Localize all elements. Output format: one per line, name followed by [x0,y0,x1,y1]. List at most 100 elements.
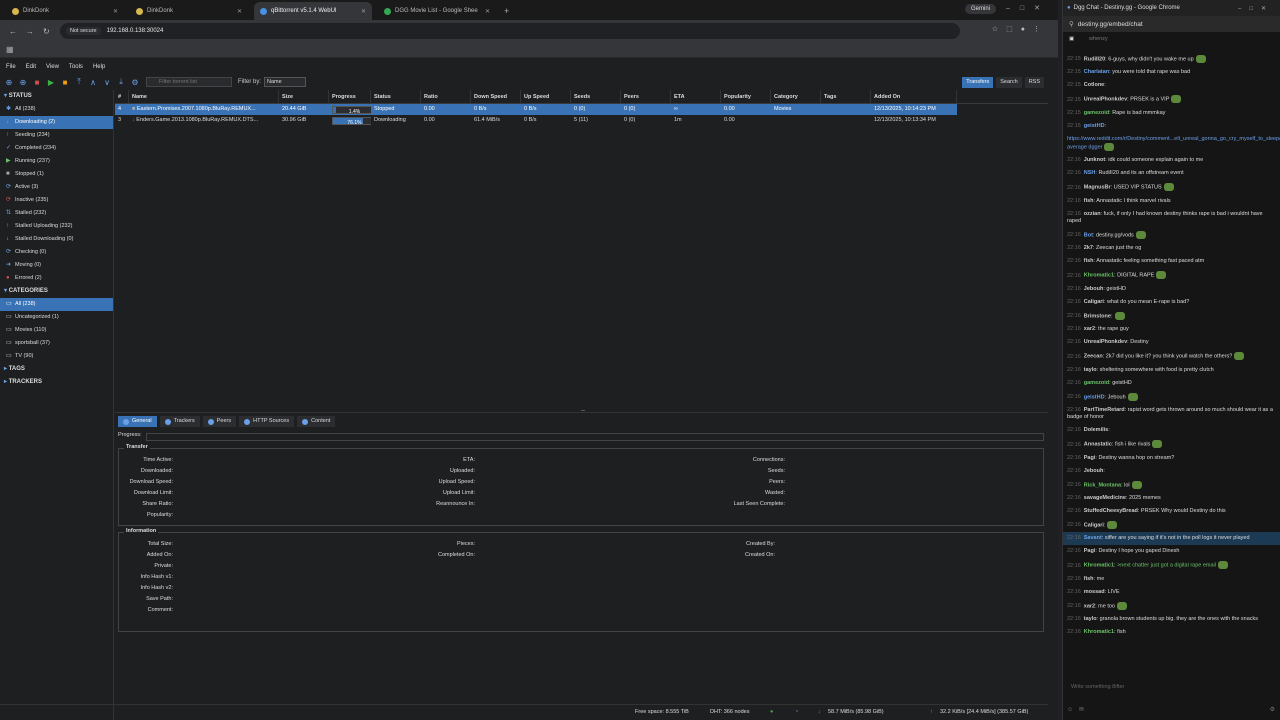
new-tab-button[interactable]: + [504,6,509,16]
tab-peers[interactable]: Peers [202,416,237,427]
sidebar-item-status[interactable]: ● Errored (2) [0,272,113,285]
chat-username[interactable]: Caligari [1084,522,1104,528]
chat-username[interactable]: geistHD [1084,394,1105,400]
chat-username[interactable]: Khromatic1 [1084,273,1114,279]
column-header[interactable]: Up Speed [521,90,571,103]
column-header[interactable]: Size [279,90,329,103]
browser-tab[interactable]: DGG Movie List - Google Shee ✕ [378,2,496,20]
tab-general[interactable]: General [118,416,157,427]
close-icon[interactable]: ✕ [361,8,366,15]
move-up-icon[interactable]: ∧ [88,77,98,87]
tags-header[interactable]: ▸ TAGS [0,363,113,376]
sidebar-item-status[interactable]: ↑ Stalled Uploading (232) [0,220,113,233]
chat-username[interactable]: Pagi [1084,548,1096,554]
window-controls[interactable]: –□✕ [1006,4,1050,12]
column-header[interactable]: ETA [671,90,721,103]
trackers-header[interactable]: ▸ TRACKERS [0,376,113,389]
chat-username[interactable]: gamezoid [1084,380,1109,386]
connection-icon[interactable]: ● [770,709,773,715]
chat-username[interactable]: xar2 [1084,603,1095,609]
filter-by-select[interactable]: Name [264,77,307,87]
chat-username[interactable]: Junknot [1084,157,1105,163]
sidebar-item-status[interactable]: ⟳ Inactive (235) [0,194,113,207]
move-top-icon[interactable]: ⤒ [74,77,84,87]
chat-username[interactable]: UnrealPhonkdev [1084,339,1127,345]
chat-username[interactable]: PartTimeRetard [1084,407,1125,413]
status-header[interactable]: ▾ STATUS [0,90,113,103]
browser-tab[interactable]: DinkDonk ✕ [6,2,124,20]
column-header[interactable]: Popularity [721,90,771,103]
chat-menu-icon[interactable]: ▣ [1069,32,1074,46]
close-icon[interactable]: ✕ [485,8,490,15]
browser-actions[interactable]: ☆⬚●⋮ [992,25,1048,33]
sidebar-item-status[interactable]: ↓ Downloading (2) [0,116,113,129]
not-secure-badge[interactable]: Not secure [66,27,101,35]
chat-username[interactable]: Zeecan [1084,354,1103,360]
start-icon[interactable]: ▶ [46,77,56,87]
column-header[interactable]: Ratio [421,90,471,103]
tab-trackers[interactable]: Trackers [159,416,200,427]
column-header[interactable]: Name [129,90,279,103]
sidebar-item-status[interactable]: ↑ Seeding (234) [0,129,113,142]
chat-username[interactable]: savageMedicine [1084,495,1126,501]
close-icon[interactable]: ✕ [113,8,118,15]
chat-username[interactable]: Khromatic1 [1084,563,1114,569]
url-text[interactable]: 192.168.0.138:30024 [107,28,164,34]
resize-handle[interactable] [581,410,585,412]
browser-tab[interactable]: DinkDonk ✕ [130,2,248,20]
chat-username[interactable]: Jebouh [1084,286,1104,292]
chat-url[interactable]: destiny.gg/embed/chat [1078,21,1143,28]
chat-username[interactable]: Annastatic [1084,442,1112,448]
chat-input[interactable]: Write something 8ifter [1067,680,1277,694]
view-button[interactable]: Search [996,77,1022,88]
forward-icon[interactable]: → [26,27,34,36]
menu-item[interactable]: File [6,64,16,70]
stop-icon[interactable]: ■ [60,77,70,87]
move-down-icon[interactable]: ∨ [102,77,112,87]
chat-username[interactable]: ozzian [1084,211,1101,217]
column-header[interactable]: # [115,90,129,103]
view-button[interactable]: RSS [1024,77,1044,88]
sidebar-item-category[interactable]: ▭ Uncategorized (1) [0,311,113,324]
sidebar-item-status[interactable]: ✓ Completed (234) [0,142,113,155]
view-button[interactable]: Transfers [962,77,994,88]
chat-username[interactable]: Dolemilis [1084,427,1108,433]
chat-settings-icon[interactable]: ⚙ [1270,706,1275,713]
sidebar-item-category[interactable]: ▭ Movies (110) [0,324,113,337]
sidebar-item-status[interactable]: ✱ All (238) [0,103,113,116]
menu-item[interactable]: Help [93,64,105,70]
menu-item[interactable]: Tools [69,64,83,70]
chat-username[interactable]: taylo [1084,367,1097,373]
sidebar-item-status[interactable]: ➜ Moving (0) [0,259,113,272]
chat-username[interactable]: NSH [1084,170,1096,176]
chat-username[interactable]: Jebouh [1084,468,1104,474]
chat-username[interactable]: 2k7 [1084,245,1093,251]
chat-username[interactable]: xar2 [1084,326,1095,332]
close-icon[interactable]: ✕ [237,8,242,15]
column-header[interactable]: Seeds [571,90,621,103]
sidebar-item-category[interactable]: ▭ TV (90) [0,350,113,363]
chat-username[interactable]: StuffedCheesyBread [1084,508,1138,514]
sidebar-item-status[interactable]: ⟳ Checking (0) [0,246,113,259]
column-header[interactable]: Category [771,90,821,103]
column-header[interactable]: Status [371,90,421,103]
chat-username[interactable]: fish [1084,258,1094,264]
apps-icon[interactable]: ▦ [6,45,14,54]
chat-username[interactable]: Bot [1084,232,1093,238]
sidebar-item-status[interactable]: ⟳ Active (3) [0,181,113,194]
categories-header[interactable]: ▾ CATEGORIES [0,285,113,298]
chat-username[interactable]: Savant [1084,535,1102,541]
whisper-icon[interactable]: ✉ [1079,707,1084,713]
column-header[interactable]: Added On [871,90,957,103]
reload-icon[interactable]: ↻ [43,27,50,36]
move-bottom-icon[interactable]: ⤓ [116,77,126,87]
table-row[interactable]: 4 ■ Eastern.Promises.2007.1080p.BluRay.RE… [115,104,957,115]
chat-username[interactable]: Caligari [1084,299,1104,305]
chat-username[interactable]: MagnusBr [1084,185,1111,191]
chat-username[interactable]: taylo [1084,616,1097,622]
chat-url-bar[interactable]: ⚲ destiny.gg/embed/chat [1063,16,1280,32]
window-controls[interactable]: –□✕ [1238,5,1274,12]
chat-username[interactable]: UnrealPhonkdev [1084,97,1127,103]
sidebar-item-category[interactable]: ▭ All (238) [0,298,113,311]
chat-username[interactable]: geistHD [1084,123,1105,129]
